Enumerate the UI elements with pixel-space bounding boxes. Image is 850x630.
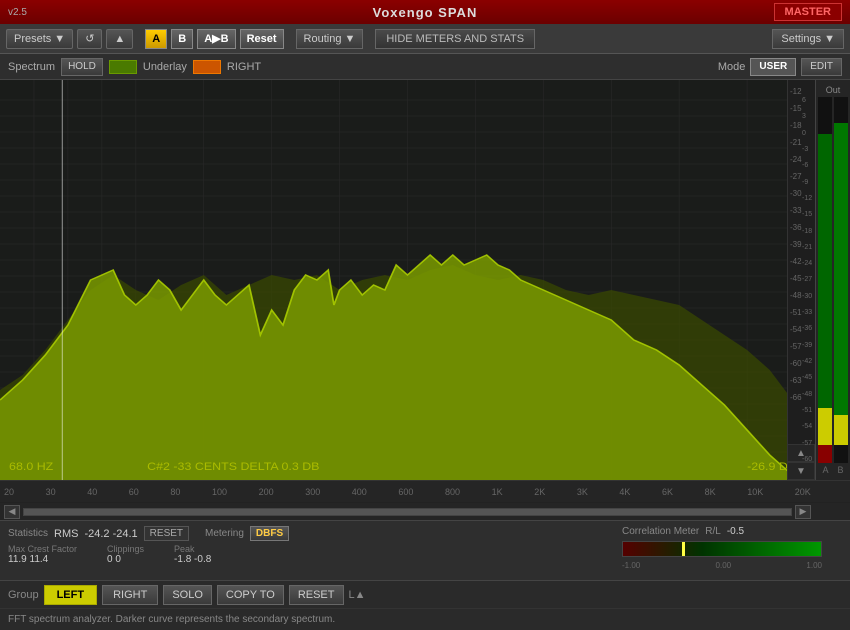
ab-copy-button[interactable]: A▶B — [197, 29, 235, 49]
right-group-button[interactable]: RIGHT — [102, 585, 158, 605]
rms-values: -24.2 -24.1 — [84, 528, 137, 540]
a-button[interactable]: A — [145, 29, 167, 49]
vu-scale-labels: 630-3-6-9-12-15-18-21-24-27-30-33-36-39-… — [802, 97, 812, 463]
scroll-right-button[interactable]: ▶ — [795, 505, 811, 519]
main-content: 68.0 HZ C#2 -33 CENTS DELTA 0.3 DB -26.9… — [0, 80, 850, 480]
peak-section: Peak -1.8 -0.8 — [174, 544, 211, 565]
underlay-label: Underlay — [143, 61, 187, 73]
vu-channel-labels: A B — [818, 465, 848, 475]
routing-arrow: ▼ — [344, 33, 355, 45]
correlation-indicator — [682, 542, 685, 556]
spectrum-label: Spectrum — [8, 61, 55, 73]
mode-user-button[interactable]: USER — [750, 58, 796, 76]
app-title: Voxengo SPAN — [373, 5, 478, 20]
max-crest-section: Max Crest Factor 11.9 11.4 — [8, 544, 77, 565]
peak-values: -1.8 -0.8 — [174, 554, 211, 565]
mode-section: Mode USER EDIT — [718, 58, 842, 76]
reload-button[interactable]: ↺ — [77, 29, 102, 49]
bottom-info: FFT spectrum analyzer. Darker curve repr… — [0, 608, 850, 630]
scroll-thumb — [24, 509, 791, 515]
spectrum-color-indicator-green[interactable] — [109, 60, 137, 74]
rl-label: R/L — [705, 526, 721, 537]
statistics-bar: Statistics RMS -24.2 -24.1 RESET Meterin… — [0, 520, 850, 580]
clippings-label: Clippings — [107, 544, 144, 554]
presets-arrow: ▼ — [54, 33, 65, 45]
routing-button[interactable]: Routing ▼ — [296, 29, 364, 49]
statistics-label: Statistics — [8, 528, 48, 539]
title-bar: v2.5 Voxengo SPAN MASTER — [0, 0, 850, 24]
rl-value: -0.5 — [727, 526, 744, 537]
vu-meter: Out — [815, 80, 850, 480]
scroll-bar-row: ◀ ▶ — [0, 502, 850, 520]
toolbar: Presets ▼ ↺ ▲ A B A▶B Reset Routing ▼ HI… — [0, 24, 850, 54]
reset-group-button[interactable]: RESET — [289, 585, 344, 605]
settings-button[interactable]: Settings ▼ — [772, 29, 844, 49]
copy-to-button[interactable]: COPY TO — [217, 585, 284, 605]
spectrum-svg: 68.0 HZ C#2 -33 CENTS DELTA 0.3 DB -26.9… — [0, 80, 815, 480]
group-bar: Group LEFT RIGHT SOLO COPY TO RESET L▲ — [0, 580, 850, 608]
stats-detail-row: Max Crest Factor 11.9 11.4 Clippings 0 0… — [8, 544, 289, 565]
settings-label: Settings — [781, 33, 821, 45]
correlation-section: Correlation Meter R/L -0.5 -1.00 0.00 1.… — [622, 526, 842, 570]
presets-button[interactable]: Presets ▼ — [6, 29, 73, 49]
arrow-up-button[interactable]: ▲ — [106, 29, 133, 49]
svg-text:C#2 -33 CENTS DELTA 0.3 DB: C#2 -33 CENTS DELTA 0.3 DB — [147, 461, 320, 473]
vu-a-label: A — [822, 465, 828, 475]
freq-axis-vu-spacer — [815, 481, 850, 502]
routing-label: Routing — [304, 33, 342, 45]
hold-button[interactable]: HOLD — [61, 58, 103, 76]
scroll-vu-spacer — [815, 503, 850, 520]
correlation-bar — [622, 541, 822, 557]
settings-arrow: ▼ — [824, 33, 835, 45]
corr-one: 1.00 — [806, 561, 822, 570]
vu-out-label: Out — [826, 85, 841, 95]
freq-axis-row: 20 30 40 60 80 100 200 300 400 600 800 1… — [0, 480, 850, 502]
master-button[interactable]: MASTER — [774, 3, 842, 21]
group-label: Group — [8, 589, 39, 601]
reset-ab-button[interactable]: Reset — [240, 29, 284, 49]
scroll-left-button[interactable]: ◀ — [4, 505, 20, 519]
peak-label: Peak — [174, 544, 211, 554]
vu-bar-b — [834, 97, 848, 463]
vu-bar-a — [818, 97, 832, 463]
clippings-values: 0 0 — [107, 554, 144, 565]
spectrum-header: Spectrum HOLD Underlay RIGHT Mode USER E… — [0, 54, 850, 80]
scroll-track[interactable] — [23, 508, 792, 516]
spectrum-color-indicator-orange[interactable] — [193, 60, 221, 74]
vu-b-label: B — [837, 465, 843, 475]
rms-label: RMS — [54, 528, 78, 540]
scroll-down-button[interactable]: ▼ — [787, 462, 815, 480]
presets-label: Presets — [14, 33, 51, 45]
spectrum-area[interactable]: 68.0 HZ C#2 -33 CENTS DELTA 0.3 DB -26.9… — [0, 80, 815, 480]
solo-button[interactable]: SOLO — [163, 585, 212, 605]
max-crest-label: Max Crest Factor — [8, 544, 77, 554]
corr-zero: 0.00 — [716, 561, 732, 570]
svg-text:68.0 HZ: 68.0 HZ — [9, 461, 53, 473]
corr-neg-one: -1.00 — [622, 561, 640, 570]
clippings-section: Clippings 0 0 — [107, 544, 144, 565]
b-button[interactable]: B — [171, 29, 193, 49]
dbfs-button[interactable]: DBFS — [250, 526, 289, 541]
freq-axis: 20 30 40 60 80 100 200 300 400 600 800 1… — [0, 481, 815, 502]
channel-label: L▲ — [349, 589, 366, 601]
correlation-scale: -1.00 0.00 1.00 — [622, 561, 822, 570]
correlation-label: Correlation Meter — [622, 526, 699, 537]
reset-stats-button[interactable]: RESET — [144, 526, 189, 541]
hide-meters-button[interactable]: HIDE METERS AND STATS — [375, 29, 535, 49]
correlation-header: Correlation Meter R/L -0.5 — [622, 526, 842, 537]
edit-button[interactable]: EDIT — [801, 58, 842, 76]
mode-label: Mode — [718, 61, 746, 73]
left-group-button[interactable]: LEFT — [44, 585, 98, 605]
max-crest-values: 11.9 11.4 — [8, 554, 77, 565]
right-channel-label: RIGHT — [227, 61, 261, 73]
scroll-bar: ◀ ▶ — [0, 503, 815, 520]
version-label: v2.5 — [8, 7, 27, 18]
stats-header-row: Statistics RMS -24.2 -24.1 RESET Meterin… — [8, 526, 289, 541]
metering-label: Metering — [205, 528, 244, 539]
statistics-section: Statistics RMS -24.2 -24.1 RESET Meterin… — [8, 526, 289, 565]
